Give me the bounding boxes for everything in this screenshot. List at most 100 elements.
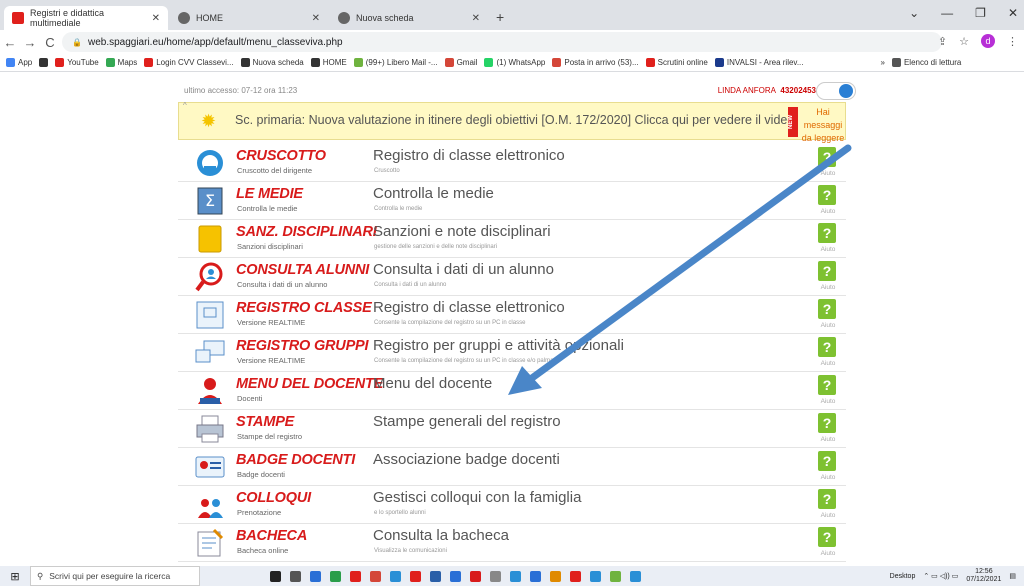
taskbar-app-icon[interactable] [450,570,461,582]
tab-new[interactable]: Nuova scheda ✕ [330,6,488,30]
menu-row-badge-docenti[interactable]: BADGE DOCENTI Badge docenti Associazione b… [178,448,846,486]
menu-title[interactable]: MENU DEL DOCENTE [236,376,383,392]
menu-description[interactable]: Menu del docente [373,375,492,392]
menu-title[interactable]: REGISTRO GRUPPI [236,338,369,354]
taskbar-app-icon[interactable] [630,570,641,582]
bookmark-item[interactable]: Posta in arrivo (53)... [552,58,639,67]
help-icon[interactable]: ? [818,185,836,205]
announcement-banner[interactable]: ^ ✹ Sc. primaria: Nuova valutazione in i… [178,101,846,143]
menu-title[interactable]: SANZ. DISCIPLINARI [236,224,377,240]
menu-row-menu-del-docente[interactable]: MENU DEL DOCENTE Docenti Menu del docente?… [178,372,846,410]
bookmark-item[interactable]: (99+) Libero Mail -... [353,58,438,67]
bookmark-item[interactable]: Maps [105,58,137,67]
taskbar-search[interactable]: ⚲ Scrivi qui per eseguire la ricerca [30,566,200,586]
bookmark-item[interactable]: App [6,58,32,67]
bookmark-item[interactable]: (1) WhatsApp [484,58,545,67]
bookmark-item[interactable] [39,58,49,67]
taskbar-app-icon[interactable] [430,570,441,582]
close-icon[interactable]: ✕ [472,13,480,24]
messages-link[interactable]: Hai messaggi da leggere [801,106,845,145]
profile-avatar[interactable]: d [981,34,995,48]
forward-icon[interactable]: → [20,35,40,50]
menu-description[interactable]: Stampe generali del registro [373,413,561,430]
taskbar-app-icon[interactable] [350,570,361,582]
taskbar-app-icon[interactable] [290,570,301,582]
back-icon[interactable]: ← [0,35,20,50]
reload-icon[interactable]: C [40,35,60,50]
taskbar-app-icon[interactable] [370,570,381,582]
bookmark-item[interactable]: Nuova scheda [240,58,304,67]
bookmark-item[interactable]: Gmail [444,58,477,67]
close-icon[interactable]: ✕ [152,13,160,24]
taskbar-app-icon[interactable] [530,570,541,582]
help-icon[interactable]: ? [818,413,836,433]
menu-row-le-medie[interactable]: Σ LE MEDIE Controlla le medie Controlla le … [178,182,846,220]
new-tab-icon[interactable]: + [496,9,504,25]
taskbar-app-icon[interactable] [470,570,481,582]
menu-title[interactable]: LE MEDIE [236,186,303,202]
taskbar-app-icon[interactable] [330,570,341,582]
taskbar-app-icon[interactable] [570,570,581,582]
menu-row-registro-classe[interactable]: REGISTRO CLASSE Versione REALTIME Registro… [178,296,846,334]
bookmark-item[interactable]: Elenco di lettura [891,58,961,67]
help-icon[interactable]: ? [818,337,836,357]
taskbar-app-icon[interactable] [270,570,281,582]
notification-icon[interactable]: ▤ [1009,572,1016,580]
taskbar-app-icon[interactable] [550,570,561,582]
banner-message[interactable]: Sc. primaria: Nuova valutazione in itine… [235,113,798,127]
bookmark-item[interactable]: » [881,58,885,67]
help-icon[interactable]: ? [818,223,836,243]
menu-row-stampe[interactable]: STAMPE Stampe del registro Stampe generali… [178,410,846,448]
menu-title[interactable]: STAMPE [236,414,294,430]
menu-row-bacheca[interactable]: BACHECA Bacheca online Consulta la bacheca… [178,524,846,562]
tray-icons[interactable]: ⌃ ▭ ◁)) ▭ [923,572,958,580]
menu-description[interactable]: Gestisci colloqui con la famiglia [373,489,581,506]
menu-title[interactable]: BACHECA [236,528,307,544]
taskbar-app-icon[interactable] [510,570,521,582]
menu-description[interactable]: Sanzioni e note disciplinari [373,223,551,240]
minimize-icon[interactable]: — [941,6,953,20]
bookmark-item[interactable]: Login CVV Classevi... [144,58,234,67]
menu-title[interactable]: REGISTRO CLASSE [236,300,372,316]
menu-description[interactable]: Consulta i dati di un alunno [373,261,554,278]
menu-description[interactable]: Registro per gruppi e attività opzionali [373,337,624,354]
menu-description[interactable]: Registro di classe elettronico [373,299,565,316]
tab-registri[interactable]: Registri e didattica multimediale ✕ [4,6,168,30]
clock[interactable]: 12:56 07/12/2021 [966,568,1001,584]
menu-description[interactable]: Registro di classe elettronico [373,147,565,164]
help-icon[interactable]: ? [818,489,836,509]
menu-row-cruscotto[interactable]: CRUSCOTTO Cruscotto del dirigente Registro… [178,144,846,182]
menu-description[interactable]: Consulta la bacheca [373,527,509,544]
menu-row-sanz-disciplinari[interactable]: SANZ. DISCIPLINARI Sanzioni disciplinari S… [178,220,846,258]
bookmark-item[interactable]: INVALSI - Area rilev... [714,58,804,67]
share-icon[interactable]: ⇪ [938,35,947,48]
taskbar-app-icon[interactable] [610,570,621,582]
menu-toggle[interactable] [816,82,856,100]
bookmark-item[interactable]: YouTube [55,58,99,67]
tab-home[interactable]: HOME ✕ [170,6,328,30]
address-bar[interactable]: 🔒 web.spaggiari.eu/home/app/default/menu… [62,32,942,52]
close-window-icon[interactable]: ✕ [1008,6,1018,20]
taskbar-app-icon[interactable] [410,570,421,582]
help-icon[interactable]: ? [818,299,836,319]
help-icon[interactable]: ? [818,527,836,547]
bookmark-item[interactable]: Scrutini online [645,58,708,67]
menu-title[interactable]: CONSULTA ALUNNI [236,262,369,278]
help-icon[interactable]: ? [818,147,836,167]
help-icon[interactable]: ? [818,451,836,471]
menu-row-colloqui[interactable]: COLLOQUI Prenotazione Gestisci colloqui co… [178,486,846,524]
menu-row-consulta-alunni[interactable]: CONSULTA ALUNNI Consulta i dati di un alu… [178,258,846,296]
menu-row-registro-gruppi[interactable]: REGISTRO GRUPPI Versione REALTIME Registro… [178,334,846,372]
star-icon[interactable]: ☆ [959,35,969,48]
desktop-label[interactable]: Desktop [890,573,916,580]
maximize-icon[interactable]: ❐ [975,6,986,20]
menu-title[interactable]: CRUSCOTTO [236,148,326,164]
taskbar-app-icon[interactable] [590,570,601,582]
chevron-down-icon[interactable]: ⌄ [909,6,919,20]
menu-description[interactable]: Associazione badge docenti [373,451,560,468]
windows-start-icon[interactable]: ⊞ [0,570,30,583]
help-icon[interactable]: ? [818,375,836,395]
chevron-up-icon[interactable]: ^ [183,101,187,110]
taskbar-app-icon[interactable] [490,570,501,582]
bookmark-item[interactable]: HOME [310,58,347,67]
